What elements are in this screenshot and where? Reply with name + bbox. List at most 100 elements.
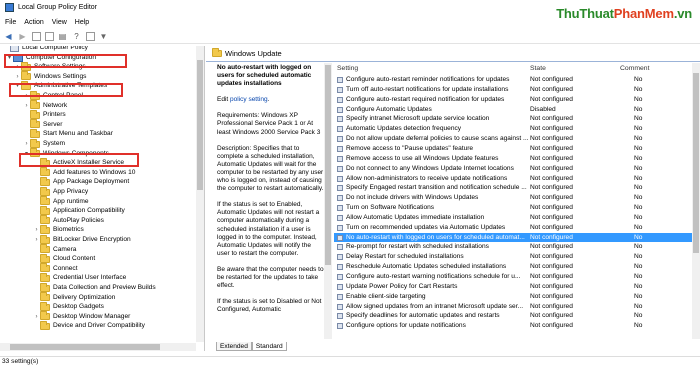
tree-item-label: Delivery Optimization bbox=[53, 293, 116, 301]
table-row[interactable]: Do not allow update deferral policies to… bbox=[334, 134, 694, 144]
table-row[interactable]: Re-prompt for restart with scheduled ins… bbox=[334, 242, 694, 252]
column-comment[interactable]: Comment bbox=[620, 63, 649, 74]
help-icon[interactable]: ? bbox=[71, 31, 82, 42]
menu-action[interactable]: Action bbox=[24, 19, 43, 26]
menu-file[interactable]: File bbox=[5, 19, 16, 26]
policy-setting-icon bbox=[337, 136, 343, 143]
table-row[interactable]: Specify deadlines for automatic updates … bbox=[334, 311, 694, 321]
folder-icon bbox=[40, 234, 50, 244]
setting-state: Not configured bbox=[530, 213, 573, 221]
expand-icon[interactable]: › bbox=[33, 235, 40, 245]
folder-icon bbox=[30, 138, 40, 148]
tree-vertical-scrollbar[interactable] bbox=[196, 46, 204, 342]
table-row[interactable]: No auto-restart with logged on users for… bbox=[334, 232, 694, 243]
filter-icon[interactable]: ▼ bbox=[98, 31, 109, 42]
menu-view[interactable]: View bbox=[52, 19, 67, 26]
table-row[interactable]: Configure auto-restart required notifica… bbox=[334, 95, 694, 105]
forward-icon[interactable]: ▶ bbox=[17, 31, 28, 42]
folder-icon bbox=[40, 215, 50, 225]
show-hide-tree-icon[interactable] bbox=[32, 31, 41, 41]
tab-extended[interactable]: Extended bbox=[216, 342, 252, 351]
table-row[interactable]: Update Power Policy for Cart Restarts Not… bbox=[334, 282, 694, 292]
table-row[interactable]: Configure auto-restart reminder notifica… bbox=[334, 75, 694, 85]
tree-item[interactable]: Credential User Interface bbox=[33, 272, 126, 283]
table-row[interactable]: Remove access to use all Windows Update … bbox=[334, 154, 694, 164]
view-tabs: Extended Standard bbox=[216, 342, 287, 351]
table-row[interactable]: Allow non-administrators to receive upda… bbox=[334, 174, 694, 184]
tree-item-label: Desktop Gadgets bbox=[53, 303, 104, 311]
expand-icon[interactable]: › bbox=[14, 72, 21, 82]
table-row[interactable]: Do not connect to any Windows Update Int… bbox=[334, 164, 694, 174]
setting-state: Not configured bbox=[530, 135, 573, 143]
tree-item[interactable]: Server bbox=[23, 119, 62, 130]
setting-state: Disabled bbox=[530, 105, 556, 113]
description-scrollbar[interactable] bbox=[324, 63, 332, 339]
table-row[interactable]: Allow signed updates from an intranet Mi… bbox=[334, 302, 694, 312]
folder-icon bbox=[30, 128, 40, 138]
properties-icon[interactable] bbox=[45, 31, 54, 41]
table-row[interactable]: Turn off auto-restart notifications for … bbox=[334, 85, 694, 95]
folder-icon bbox=[40, 311, 50, 321]
table-row[interactable]: Specify Engaged restart transition and n… bbox=[334, 183, 694, 193]
export-list-icon[interactable]: ▤ bbox=[57, 31, 68, 42]
tree-item[interactable]: App Package Deployment bbox=[33, 176, 129, 187]
back-icon[interactable]: ◀ bbox=[3, 31, 14, 42]
table-row[interactable]: Delay Restart for scheduled installation… bbox=[334, 252, 694, 262]
tree-item[interactable]: › BitLocker Drive Encryption bbox=[33, 234, 131, 245]
tree-item-label: Add features to Windows 10 bbox=[53, 168, 136, 176]
tab-standard[interactable]: Standard bbox=[251, 342, 287, 351]
setting-state: Not configured bbox=[530, 184, 573, 192]
setting-comment: No bbox=[634, 115, 643, 123]
column-setting[interactable]: Setting bbox=[337, 63, 358, 74]
policy-setting-icon bbox=[337, 165, 343, 172]
extended-view-icon[interactable] bbox=[86, 31, 95, 41]
table-row[interactable]: Turn on recommended updates via Automati… bbox=[334, 223, 694, 233]
edit-policy-link[interactable]: policy setting bbox=[230, 96, 268, 103]
list-scrollbar[interactable] bbox=[692, 63, 700, 339]
setting-state: Not configured bbox=[530, 302, 573, 310]
table-row[interactable]: Configure options for update notificatio… bbox=[334, 321, 694, 331]
table-row[interactable]: Reschedule Automatic Updates scheduled i… bbox=[334, 262, 694, 272]
menu-help[interactable]: Help bbox=[75, 19, 89, 26]
table-row[interactable]: Automatic Updates detection frequency Not… bbox=[334, 124, 694, 134]
enabled-text: If the status is set to Enabled, Automat… bbox=[217, 201, 320, 257]
setting-state: Not configured bbox=[530, 125, 573, 133]
column-state[interactable]: State bbox=[530, 63, 546, 74]
setting-name: Allow Automatic Updates immediate instal… bbox=[346, 213, 485, 221]
expand-icon[interactable]: › bbox=[23, 139, 30, 149]
tree-item-label: App runtime bbox=[53, 197, 89, 205]
tree-item[interactable]: › Biometrics bbox=[33, 224, 84, 235]
setting-comment: No bbox=[634, 302, 643, 310]
table-row[interactable]: Specify intranet Microsoft update servic… bbox=[334, 114, 694, 124]
tree-item[interactable]: Camera bbox=[33, 244, 76, 255]
table-row[interactable]: Do not include drivers with Windows Upda… bbox=[334, 193, 694, 203]
policy-setting-icon bbox=[337, 86, 343, 93]
table-row[interactable]: Configure auto-restart warning notificat… bbox=[334, 272, 694, 282]
tree-pane: Local Computer Policy ▾ Computer Configura… bbox=[0, 46, 205, 351]
table-row[interactable]: Enable client-side targeting Not configur… bbox=[334, 292, 694, 302]
table-row[interactable]: Allow Automatic Updates immediate instal… bbox=[334, 213, 694, 223]
tree-item[interactable]: Device and Driver Compatibility bbox=[33, 320, 145, 331]
setting-state: Not configured bbox=[530, 174, 573, 182]
tree-horizontal-scrollbar[interactable] bbox=[0, 343, 196, 351]
setting-name: Do not include drivers with Windows Upda… bbox=[346, 194, 479, 202]
tree-item[interactable]: › Desktop Window Manager bbox=[33, 311, 130, 322]
setting-state: Not configured bbox=[530, 194, 573, 202]
table-row[interactable]: Turn on Software Notifications Not config… bbox=[334, 203, 694, 213]
table-row[interactable]: Configure Automatic Updates Disabled No bbox=[334, 105, 694, 115]
tree-item[interactable]: Add features to Windows 10 bbox=[33, 167, 136, 178]
setting-state: Not configured bbox=[530, 322, 573, 330]
folder-icon bbox=[40, 263, 50, 273]
tree-item[interactable]: Start Menu and Taskbar bbox=[23, 128, 113, 139]
status-bar: 33 setting(s) bbox=[0, 356, 700, 367]
table-row[interactable]: Remove access to "Pause updates" feature… bbox=[334, 144, 694, 154]
policy-setting-icon bbox=[337, 205, 343, 212]
expand-icon[interactable]: › bbox=[33, 225, 40, 235]
setting-state: Not configured bbox=[530, 263, 573, 271]
policy-setting-icon bbox=[337, 234, 343, 241]
expand-icon[interactable]: › bbox=[33, 312, 40, 322]
policy-setting-icon bbox=[337, 254, 343, 261]
tree-item[interactable]: Data Collection and Preview Builds bbox=[33, 282, 156, 293]
policy-title: No auto-restart with logged on users for… bbox=[217, 64, 312, 88]
expand-icon[interactable]: › bbox=[23, 101, 30, 111]
